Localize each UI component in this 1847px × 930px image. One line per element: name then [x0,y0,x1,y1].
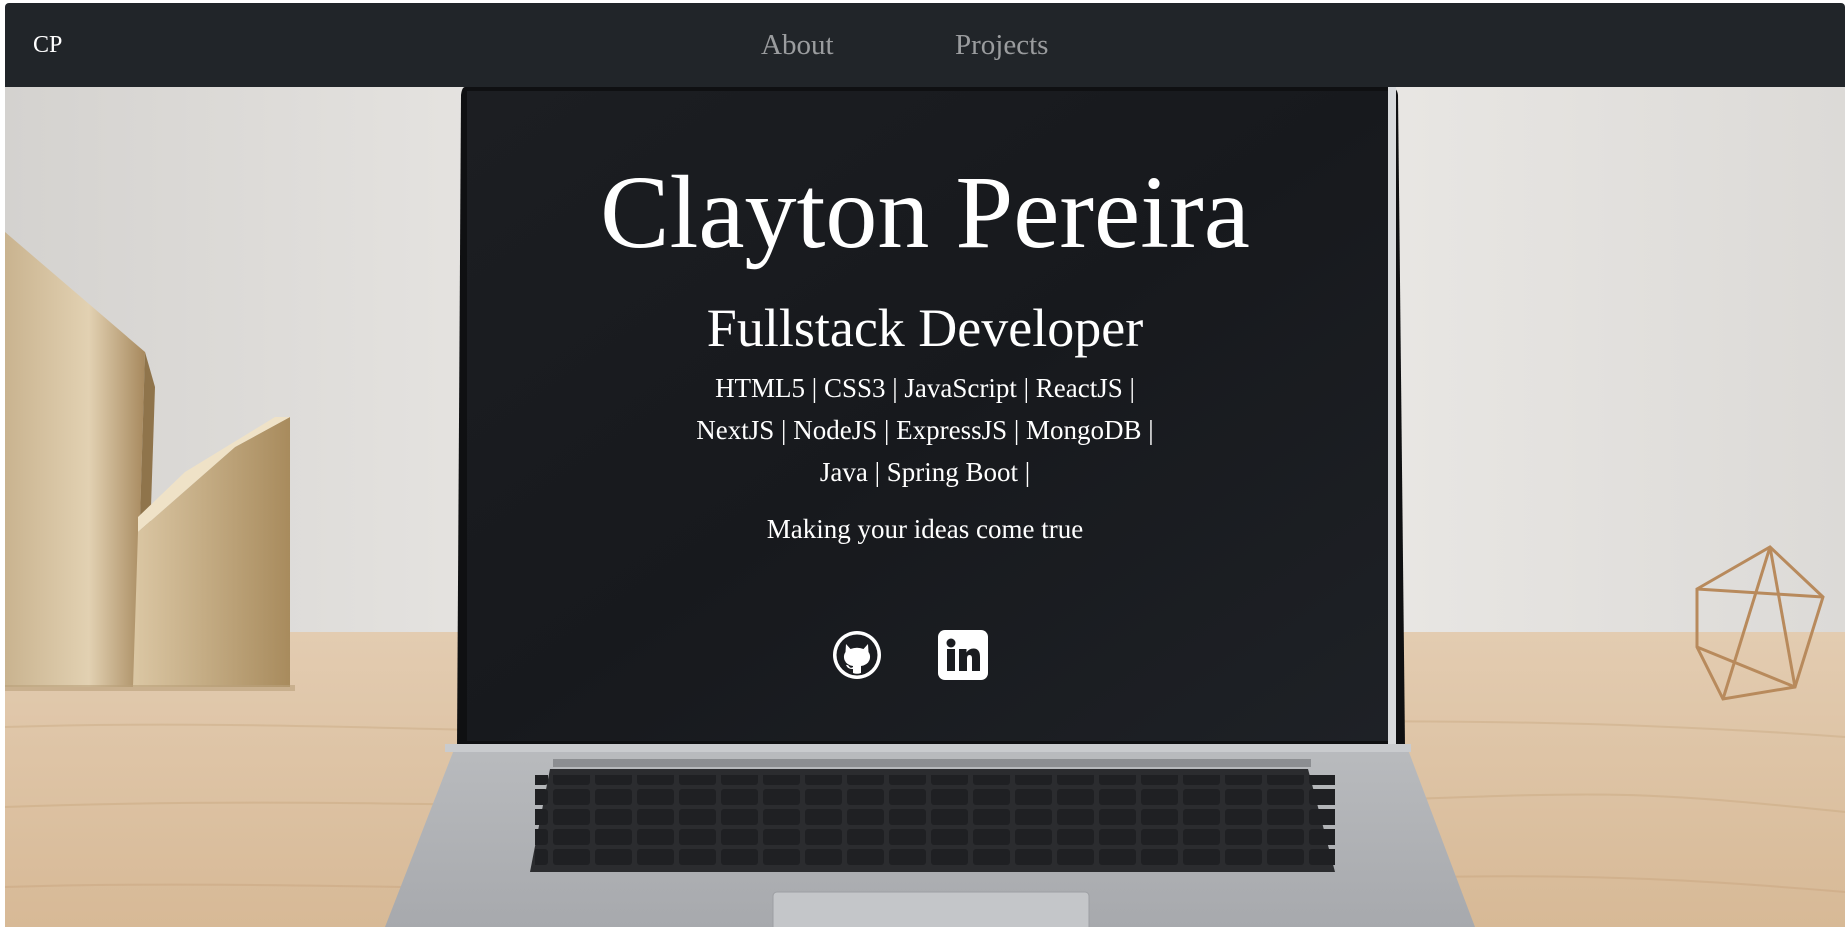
linkedin-link[interactable] [937,629,989,681]
hero-tagline: Making your ideas come true [766,514,1084,544]
github-icon [833,631,881,679]
github-link[interactable] [831,629,883,681]
hero-content: Clayton Pereira Fullstack Developer HTML… [5,87,1845,927]
hero-name: Clayton Pereira [600,155,1250,270]
linkedin-icon [938,630,988,680]
hero-section: Clayton Pereira Fullstack Developer HTML… [5,87,1845,927]
hero-role: Fullstack Developer [706,298,1144,358]
nav-link-projects[interactable]: Projects [955,29,1048,61]
navbar: CP About Projects [5,3,1845,87]
brand-link[interactable]: CP [33,31,62,59]
hero-skills: HTML5 | CSS3 | JavaScript | ReactJS | Ne… [696,373,1154,487]
nav-link-about[interactable]: About [761,29,834,61]
page: CP About Projects Clayton Pereira Fullst… [5,3,1845,927]
